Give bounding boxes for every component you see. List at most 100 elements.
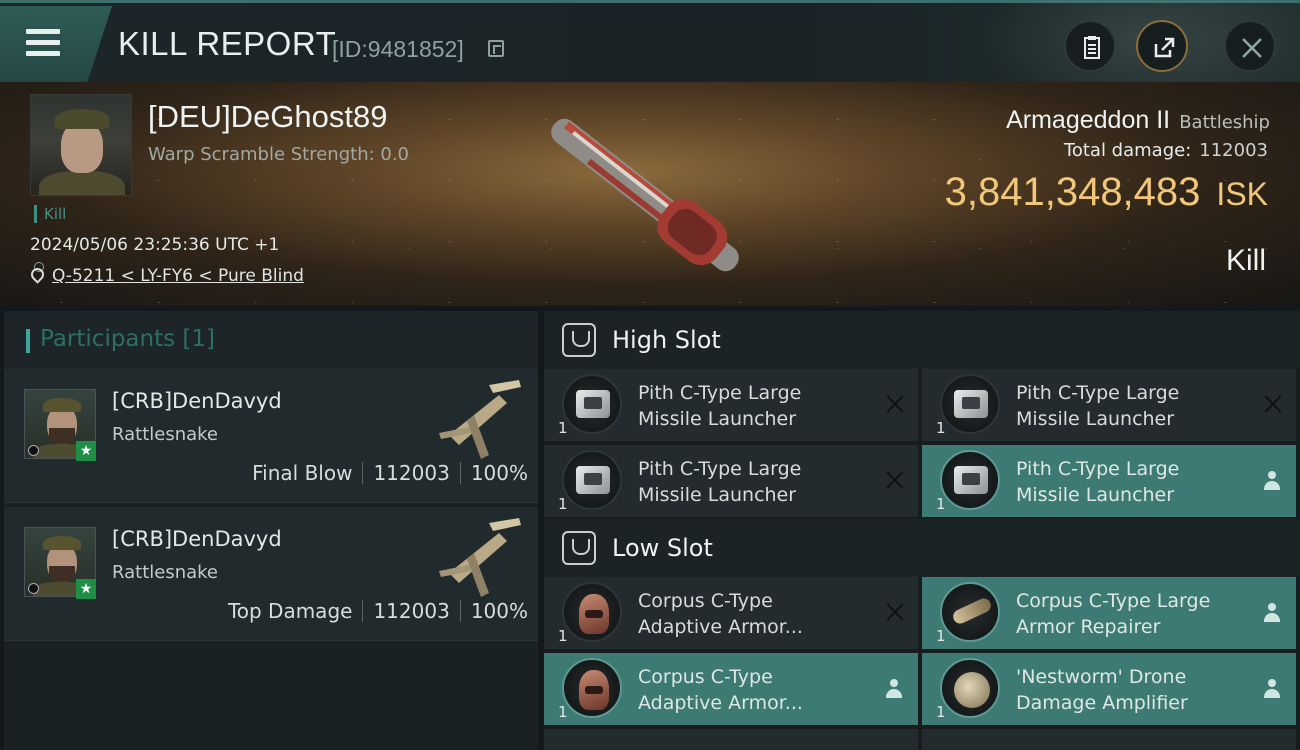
- high-slot-icon: [562, 323, 596, 357]
- dropped-person-icon: [1264, 471, 1280, 491]
- divider: [362, 462, 364, 484]
- item-name-line2: Missile Launcher: [1016, 484, 1175, 506]
- kill-report-screen: KILL REPORT [ID:9481852] [DEU]DeGhost89 …: [0, 0, 1300, 750]
- item-quantity: 1: [558, 419, 568, 437]
- module-item[interactable]: 1 'Nestworm' Drone Damage Amplifier: [922, 653, 1296, 725]
- destroyed-x-icon: [1264, 395, 1282, 413]
- item-name: Corpus C-Type Adaptive Armor...: [638, 588, 868, 640]
- drone-damage-amplifier-icon: [940, 658, 1000, 718]
- module-item[interactable]: 1 Corpus C-Type Large Armor Repairer: [922, 577, 1296, 649]
- item-quantity: 1: [558, 627, 568, 645]
- item-quantity: 1: [936, 419, 946, 437]
- dropped-person-icon: [1264, 603, 1280, 623]
- avatar-cap: [55, 109, 109, 129]
- adaptive-armor-icon: [562, 658, 622, 718]
- item-name: Pith C-Type Large Missile Launcher: [638, 380, 868, 432]
- module-item[interactable]: 1 Corpus C-Type Adaptive Armor...: [544, 577, 918, 649]
- item-name-line1: Corpus C-Type Large: [1016, 590, 1211, 612]
- module-item[interactable]: 1 Corpus C-Type Adaptive Armor...: [544, 653, 918, 725]
- item-name: Pith C-Type Large Missile Launcher: [1016, 380, 1246, 432]
- module-item[interactable]: 1 Pith C-Type Large Missile Launcher: [544, 445, 918, 517]
- total-damage-row: Total damage: 112003: [1064, 140, 1268, 161]
- avatar-cap: [43, 536, 81, 550]
- module-item[interactable]: 1 Pith C-Type Large Missile Launcher: [544, 369, 918, 441]
- total-damage-value: 112003: [1199, 140, 1268, 161]
- participant-damage: 112003: [373, 599, 450, 623]
- share-icon: [1154, 37, 1175, 58]
- high-slot-title: High Slot: [612, 326, 721, 354]
- clipboard-icon: [1084, 36, 1100, 59]
- module-item-partial[interactable]: [922, 729, 1296, 750]
- victim-name[interactable]: [DEU]DeGhost89: [148, 99, 388, 135]
- avatar-beard: [49, 566, 75, 582]
- menu-button[interactable]: [0, 6, 112, 82]
- missile-launcher-icon: [562, 450, 622, 510]
- high-slot-header: High Slot: [544, 311, 1300, 369]
- participants-header[interactable]: Participants [1]: [4, 311, 538, 369]
- corp-badge-icon: [28, 583, 39, 594]
- clipboard-button[interactable]: [1064, 20, 1116, 72]
- item-name-line1: Pith C-Type Large: [1016, 458, 1180, 480]
- participant-card[interactable]: ★ [CRB]DenDavyd Rattlesnake Final Blow 11…: [4, 369, 538, 503]
- item-quantity: 1: [558, 495, 568, 513]
- item-quantity: 1: [936, 703, 946, 721]
- module-item-partial[interactable]: [544, 729, 918, 750]
- participant-damage: 112003: [373, 461, 450, 485]
- participant-name: [CRB]DenDavyd: [112, 389, 282, 413]
- star-icon: ★: [76, 579, 96, 599]
- item-name-line2: Adaptive Armor...: [638, 616, 803, 638]
- avatar-cap: [43, 398, 81, 412]
- ship-name[interactable]: Armageddon II: [1006, 106, 1170, 134]
- item-name-line1: Pith C-Type Large: [638, 382, 802, 404]
- result-label: Kill: [1225, 244, 1266, 277]
- participant-stats: Top Damage 112003 100%: [228, 599, 528, 623]
- top-bar: KILL REPORT [ID:9481852]: [0, 0, 1300, 113]
- participant-percent: 100%: [470, 599, 528, 623]
- close-button[interactable]: [1224, 20, 1276, 72]
- low-slot-header: Low Slot: [544, 519, 1300, 577]
- participants-panel: Participants [1] ★ [CRB]DenDavyd Rattles…: [4, 311, 538, 750]
- victim-avatar[interactable]: [30, 94, 132, 196]
- missile-launcher-icon: [940, 450, 1000, 510]
- item-name: Pith C-Type Large Missile Launcher: [638, 456, 868, 508]
- avatar-body: [39, 171, 125, 195]
- kill-tag: Kill: [34, 205, 66, 223]
- participant-ship: Rattlesnake: [112, 424, 219, 445]
- divider: [459, 600, 461, 622]
- item-name-line1: Corpus C-Type: [638, 590, 773, 612]
- victim-hero: [DEU]DeGhost89 Warp Scramble Strength: 0…: [0, 82, 1300, 306]
- item-name: 'Nestworm' Drone Damage Amplifier: [1016, 664, 1246, 716]
- module-item[interactable]: 1 Pith C-Type Large Missile Launcher: [922, 369, 1296, 441]
- participants-title: Participants [1]: [40, 326, 215, 352]
- report-id: [ID:9481852]: [332, 36, 464, 62]
- item-name: Corpus C-Type Large Armor Repairer: [1016, 588, 1246, 640]
- ship-name-row: Armageddon II Battleship: [1006, 106, 1270, 135]
- dropped-person-icon: [1264, 679, 1280, 699]
- isk-row: 3,841,348,483 ISK: [945, 170, 1268, 215]
- location-link[interactable]: Q-5211 < LY-FY6 < Pure Blind: [52, 266, 304, 286]
- item-name-line2: Missile Launcher: [638, 408, 797, 430]
- module-item[interactable]: 1 Pith C-Type Large Missile Launcher: [922, 445, 1296, 517]
- destroyed-x-icon: [886, 603, 904, 621]
- participant-card[interactable]: ★ [CRB]DenDavyd Rattlesnake Top Damage 11…: [4, 507, 538, 641]
- item-name-line1: Pith C-Type Large: [638, 458, 802, 480]
- item-name-line2: Missile Launcher: [1016, 408, 1175, 430]
- item-quantity: 1: [558, 703, 568, 721]
- copy-icon[interactable]: [488, 40, 504, 57]
- participant-stats: Final Blow 112003 100%: [252, 461, 528, 485]
- close-icon: [1242, 38, 1262, 58]
- item-name: Pith C-Type Large Missile Launcher: [1016, 456, 1246, 508]
- victim-ship-image[interactable]: [520, 100, 770, 290]
- item-quantity: 1: [936, 627, 946, 645]
- star-icon: ★: [76, 441, 96, 461]
- participant-ship-image: [439, 380, 521, 459]
- item-name-line1: Pith C-Type Large: [1016, 382, 1180, 404]
- page-title: KILL REPORT: [118, 25, 337, 62]
- share-button[interactable]: [1136, 20, 1188, 72]
- missile-launcher-icon: [940, 374, 1000, 434]
- item-name-line2: Adaptive Armor...: [638, 692, 803, 714]
- item-name-line1: Corpus C-Type: [638, 666, 773, 688]
- participant-name: [CRB]DenDavyd: [112, 527, 282, 551]
- participant-percent: 100%: [470, 461, 528, 485]
- isk-value: 3,841,348,483: [944, 170, 1201, 214]
